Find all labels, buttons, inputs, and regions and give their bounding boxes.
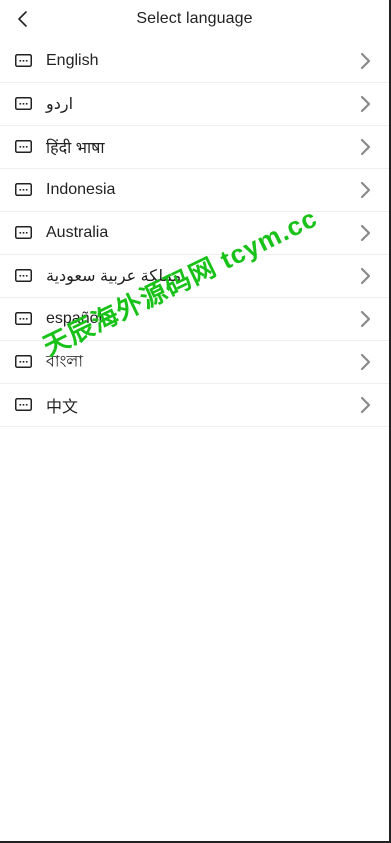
language-row-indonesia[interactable]: Indonesia xyxy=(0,169,389,212)
language-label: English xyxy=(46,52,99,69)
flag-placeholder-icon xyxy=(15,140,32,153)
language-label: español xyxy=(46,310,103,327)
language-label: हिंदी भाषा xyxy=(46,140,105,157)
chevron-right-icon xyxy=(360,396,371,414)
chevron-right-icon xyxy=(360,95,371,113)
chevron-right-icon xyxy=(360,224,371,242)
language-row-bengali[interactable]: বাংলা xyxy=(0,341,389,384)
flag-placeholder-icon xyxy=(15,97,32,110)
language-row-arabic[interactable]: مملكة عربية سعودية xyxy=(0,255,389,298)
chevron-right-icon xyxy=(360,138,371,156)
language-row-spanish[interactable]: español xyxy=(0,298,389,341)
flag-placeholder-icon xyxy=(15,398,32,411)
language-row-australia[interactable]: Australia xyxy=(0,212,389,255)
flag-placeholder-icon xyxy=(15,312,32,325)
language-label: বাংলা xyxy=(46,353,83,371)
page-title: Select language xyxy=(136,10,253,27)
chevron-right-icon xyxy=(360,52,371,70)
language-label: 中文 xyxy=(46,399,79,416)
chevron-right-icon xyxy=(360,181,371,199)
language-label: Indonesia xyxy=(46,181,116,198)
flag-placeholder-icon xyxy=(15,226,32,239)
language-row-english[interactable]: English xyxy=(0,40,389,83)
chevron-right-icon xyxy=(360,310,371,328)
chevron-right-icon xyxy=(360,353,371,371)
language-list: English اردو हिंदी भाषा Indonesia Austra… xyxy=(0,40,389,427)
language-label: Australia xyxy=(46,224,109,241)
language-row-chinese[interactable]: 中文 xyxy=(0,384,389,427)
app-screen: Select language English اردو हिंदी भाषा … xyxy=(0,0,391,843)
header: Select language xyxy=(0,0,389,40)
language-row-urdu[interactable]: اردو xyxy=(0,83,389,126)
language-label: مملكة عربية سعودية xyxy=(46,268,182,285)
flag-placeholder-icon xyxy=(15,54,32,67)
language-label: اردو xyxy=(46,96,74,113)
flag-placeholder-icon xyxy=(15,355,32,368)
flag-placeholder-icon xyxy=(15,183,32,196)
language-row-hindi[interactable]: हिंदी भाषा xyxy=(0,126,389,169)
chevron-right-icon xyxy=(360,267,371,285)
flag-placeholder-icon xyxy=(15,269,32,282)
